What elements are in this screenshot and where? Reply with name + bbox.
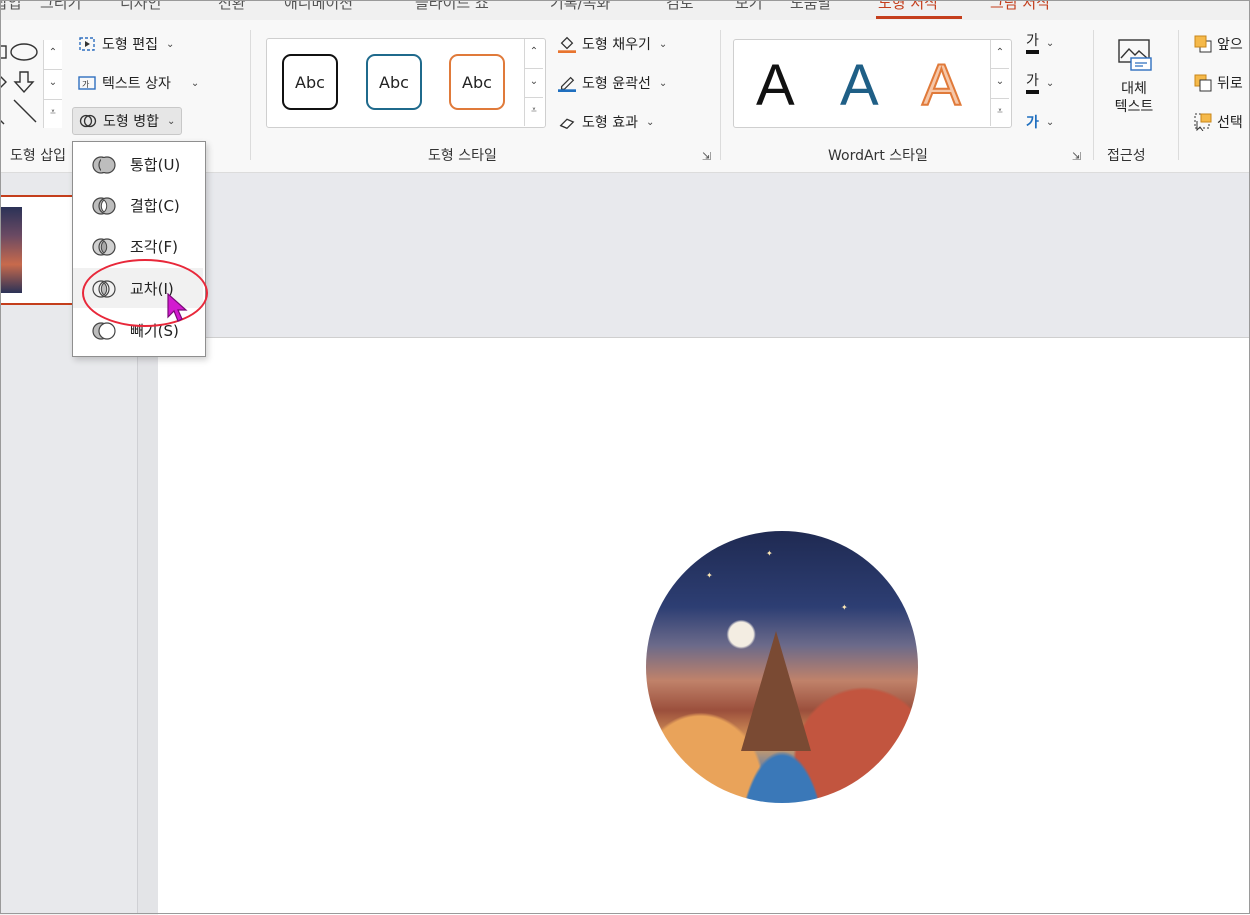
alt-text-icon [1118, 39, 1152, 71]
picture-star: ✦ [871, 559, 878, 568]
gallery-more-icon[interactable]: ⩡ [44, 100, 62, 129]
merge-shapes-icon [79, 114, 97, 128]
wordart-preset-orange-outline[interactable]: A [921, 52, 962, 119]
slide-thumbnail[interactable] [0, 195, 78, 305]
merge-shapes-button[interactable]: 도형 병합 ⌄ [72, 107, 183, 135]
scroll-down-icon[interactable]: ⌄ [991, 69, 1009, 99]
gallery-more-icon[interactable]: ⩡ [991, 99, 1009, 127]
shape-style-preset-blue[interactable]: Abc [366, 54, 422, 110]
merge-union-item[interactable]: 통합(U) [73, 144, 203, 184]
menu-bar: 삽입 그리기 디자인 전환 애니메이션 슬라이드 쇼 기록/녹화 검토 보기 도… [0, 0, 1250, 20]
svg-text:가: 가 [82, 80, 90, 89]
selection-pane-button[interactable]: 선택 [1194, 112, 1243, 132]
text-box-button[interactable]: 가 텍스트 상자 ⌄ [78, 73, 199, 93]
wordart-group-label: WordArt 스타일 [828, 148, 928, 164]
text-box-icon: 가 [78, 76, 96, 90]
union-icon [92, 156, 116, 174]
tab-transitions[interactable]: 전환 [218, 0, 246, 13]
chevron-down-icon: ⌄ [645, 116, 655, 128]
bring-forward-button[interactable]: 앞으 [1194, 34, 1243, 54]
scroll-down-icon[interactable]: ⌄ [44, 70, 62, 101]
chevron-down-icon: ⌄ [1045, 37, 1055, 49]
group-divider [1178, 30, 1179, 160]
scroll-up-icon[interactable]: ⌃ [991, 40, 1009, 70]
text-fill-icon: 가 [1026, 32, 1039, 54]
shape-styles-group-label: 도형 스타일 [428, 148, 497, 164]
insert-shapes-group-label: 도형 삽입 [10, 148, 66, 164]
picture-star: ✦ [841, 603, 848, 612]
wordart-preset-blue[interactable]: A [840, 52, 879, 119]
tab-help[interactable]: 도움말 [790, 0, 831, 13]
text-effects-button[interactable]: 가 ⌄ [1026, 112, 1054, 132]
shape-style-preset-orange[interactable]: Abc [449, 54, 505, 110]
chevron-down-icon: ⌄ [1045, 116, 1055, 128]
send-backward-button[interactable]: 뒤로 [1194, 73, 1243, 93]
tab-record[interactable]: 기록/녹화 [550, 0, 610, 13]
group-divider [250, 30, 251, 160]
tab-animations[interactable]: 애니메이션 [284, 0, 353, 13]
picture-star: ✦ [706, 571, 713, 580]
alt-text-label-line1: 대체 [1121, 81, 1147, 97]
wordart-preset-black[interactable]: A [756, 52, 795, 119]
shape-styles-scroll[interactable]: ⌃ ⌄ ⩡ [524, 39, 543, 126]
tab-review[interactable]: 검토 [666, 0, 694, 13]
text-fill-button[interactable]: 가 ⌄ [1026, 32, 1054, 54]
chevron-down-icon: ⌄ [658, 77, 668, 89]
thumbnail-image [0, 207, 22, 293]
merge-combine-item[interactable]: 결합(C) [73, 185, 203, 225]
chevron-down-icon: ⌄ [165, 38, 175, 50]
accessibility-group-label: 접근성 [1107, 148, 1146, 164]
gallery-more-icon[interactable]: ⩡ [525, 98, 543, 127]
chevron-down-icon: ⌄ [658, 38, 668, 50]
text-outline-icon: 가 [1026, 72, 1039, 94]
tab-slideshow[interactable]: 슬라이드 쇼 [415, 0, 489, 13]
shape-outline-button[interactable]: 도형 윤곽선 ⌄ [558, 73, 667, 93]
dialog-launcher-icon[interactable]: ⇲ [702, 150, 711, 163]
highlight-ring-annotation [82, 259, 208, 327]
shape-effects-icon [559, 118, 575, 130]
dialog-launcher-icon[interactable]: ⇲ [1072, 150, 1081, 163]
tab-view[interactable]: 보기 [735, 0, 763, 13]
group-divider [1093, 30, 1094, 160]
active-tab-indicator [876, 16, 962, 19]
bring-forward-icon [1194, 35, 1212, 53]
group-divider [720, 30, 721, 160]
tab-picture-format[interactable]: 그림 서식 [990, 0, 1050, 13]
tab-draw[interactable]: 그리기 [40, 0, 81, 13]
edit-shape-button[interactable]: 도형 편집 ⌄ [78, 34, 174, 54]
text-effects-icon: 가 [1026, 115, 1039, 131]
mouse-cursor-icon [167, 293, 188, 322]
selection-pane-icon [1194, 113, 1212, 131]
send-backward-icon [1194, 74, 1212, 92]
wordart-scroll[interactable]: ⌃ ⌄ ⩡ [990, 40, 1009, 126]
subtract-icon [92, 322, 116, 340]
picture-star: ✦ [766, 549, 773, 558]
scroll-up-icon[interactable]: ⌃ [44, 40, 62, 71]
picture-mountain [741, 631, 811, 751]
tab-shape-format[interactable]: 도형 서식 [878, 0, 938, 13]
edit-shape-icon [79, 37, 95, 51]
combine-icon [92, 197, 116, 215]
circle-picture-shape[interactable]: ✦ ✦ ✦ ✦ [646, 531, 918, 803]
shape-fill-button[interactable]: 도형 채우기 ⌄ [558, 34, 667, 54]
chevron-down-icon: ⌄ [190, 77, 200, 89]
chevron-down-icon: ⌄ [166, 115, 176, 127]
shape-style-preset-black[interactable]: Abc [282, 54, 338, 110]
scroll-up-icon[interactable]: ⌃ [525, 39, 543, 69]
shape-effects-button[interactable]: 도형 효과 ⌄ [558, 112, 654, 132]
fragment-icon [92, 238, 116, 256]
tab-insert[interactable]: 삽입 [0, 0, 22, 13]
pen-outline-icon [558, 76, 576, 92]
alt-text-button[interactable]: 대체 텍스트 [1104, 36, 1164, 128]
chevron-down-icon: ⌄ [1045, 77, 1055, 89]
shape-gallery-scroll[interactable]: ⌃ ⌄ ⩡ [43, 40, 62, 128]
paint-bucket-icon [558, 36, 576, 53]
scroll-down-icon[interactable]: ⌄ [525, 69, 543, 99]
alt-text-label-line2: 텍스트 [1114, 99, 1154, 115]
text-outline-button[interactable]: 가 ⌄ [1026, 72, 1054, 94]
tab-design[interactable]: 디자인 [120, 0, 161, 13]
